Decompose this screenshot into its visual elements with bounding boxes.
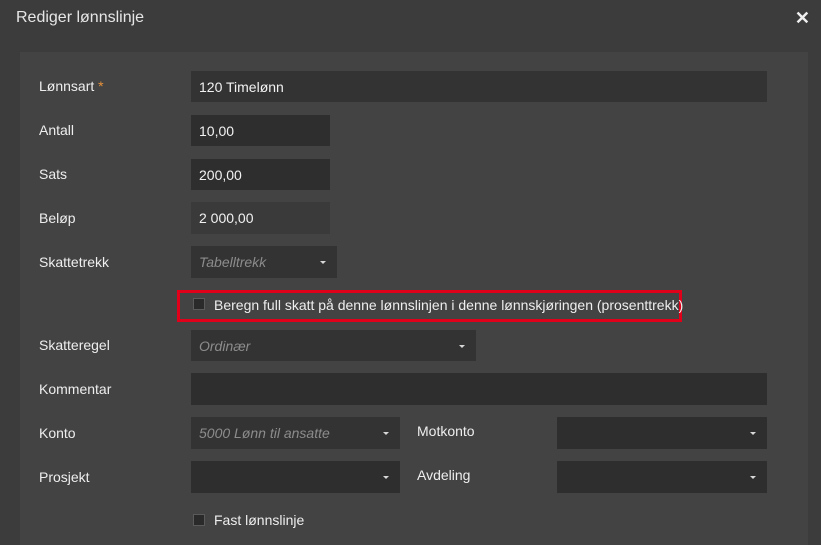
dialog-titlebar: Rediger lønnslinje ✕ (0, 0, 821, 38)
belop-label: Beløp (39, 210, 76, 226)
sats-value: 200,00 (199, 166, 242, 183)
fast-lonnslinje-label[interactable]: Fast lønnslinje (214, 512, 304, 528)
motkonto-select[interactable] (557, 417, 767, 449)
full-skatt-label[interactable]: Beregn full skatt på denne lønnslinjen i… (214, 297, 683, 313)
close-icon[interactable]: ✕ (795, 8, 810, 29)
skattetrekk-select[interactable]: Tabelltrekk (191, 246, 337, 278)
chevron-down-icon (750, 476, 756, 479)
fast-lonnslinje-checkbox[interactable] (193, 514, 205, 526)
chevron-down-icon (750, 432, 756, 435)
lonnsart-label: Lønnsart * (39, 78, 104, 94)
chevron-down-icon (320, 261, 326, 264)
lonnsart-field[interactable]: 120 Timelønn (191, 71, 767, 102)
dialog-title: Rediger lønnslinje (16, 9, 145, 26)
avdeling-select[interactable] (557, 461, 767, 493)
lonnsart-value: 120 Timelønn (199, 78, 284, 95)
prosjekt-select[interactable] (191, 461, 400, 493)
antall-value: 10,00 (199, 122, 235, 139)
sats-input[interactable]: 200,00 (191, 159, 330, 190)
belop-value: 2 000,00 (199, 210, 254, 226)
avdeling-label: Avdeling (417, 467, 471, 483)
belop-field: 2 000,00 (191, 202, 330, 234)
skattetrekk-placeholder: Tabelltrekk (199, 254, 267, 270)
chevron-down-icon (383, 432, 389, 435)
kommentar-label: Kommentar (39, 381, 112, 397)
konto-placeholder: 5000 Lønn til ansatte (199, 425, 330, 441)
full-skatt-checkbox[interactable] (193, 298, 205, 310)
antall-label: Antall (39, 122, 75, 138)
motkonto-label: Motkonto (417, 423, 475, 439)
skatteregel-select[interactable]: Ordinær (191, 330, 476, 361)
chevron-down-icon (459, 344, 465, 348)
antall-input[interactable]: 10,00 (191, 115, 330, 146)
required-marker: * (98, 78, 104, 94)
konto-select[interactable]: 5000 Lønn til ansatte (191, 417, 400, 449)
skatteregel-placeholder: Ordinær (199, 337, 251, 354)
chevron-down-icon (383, 476, 389, 479)
konto-label: Konto (39, 425, 76, 441)
skattetrekk-label: Skattetrekk (39, 254, 110, 270)
kommentar-input[interactable] (191, 373, 767, 405)
sats-label: Sats (39, 166, 68, 182)
skatteregel-label: Skatteregel (39, 337, 110, 353)
prosjekt-label: Prosjekt (39, 469, 90, 485)
